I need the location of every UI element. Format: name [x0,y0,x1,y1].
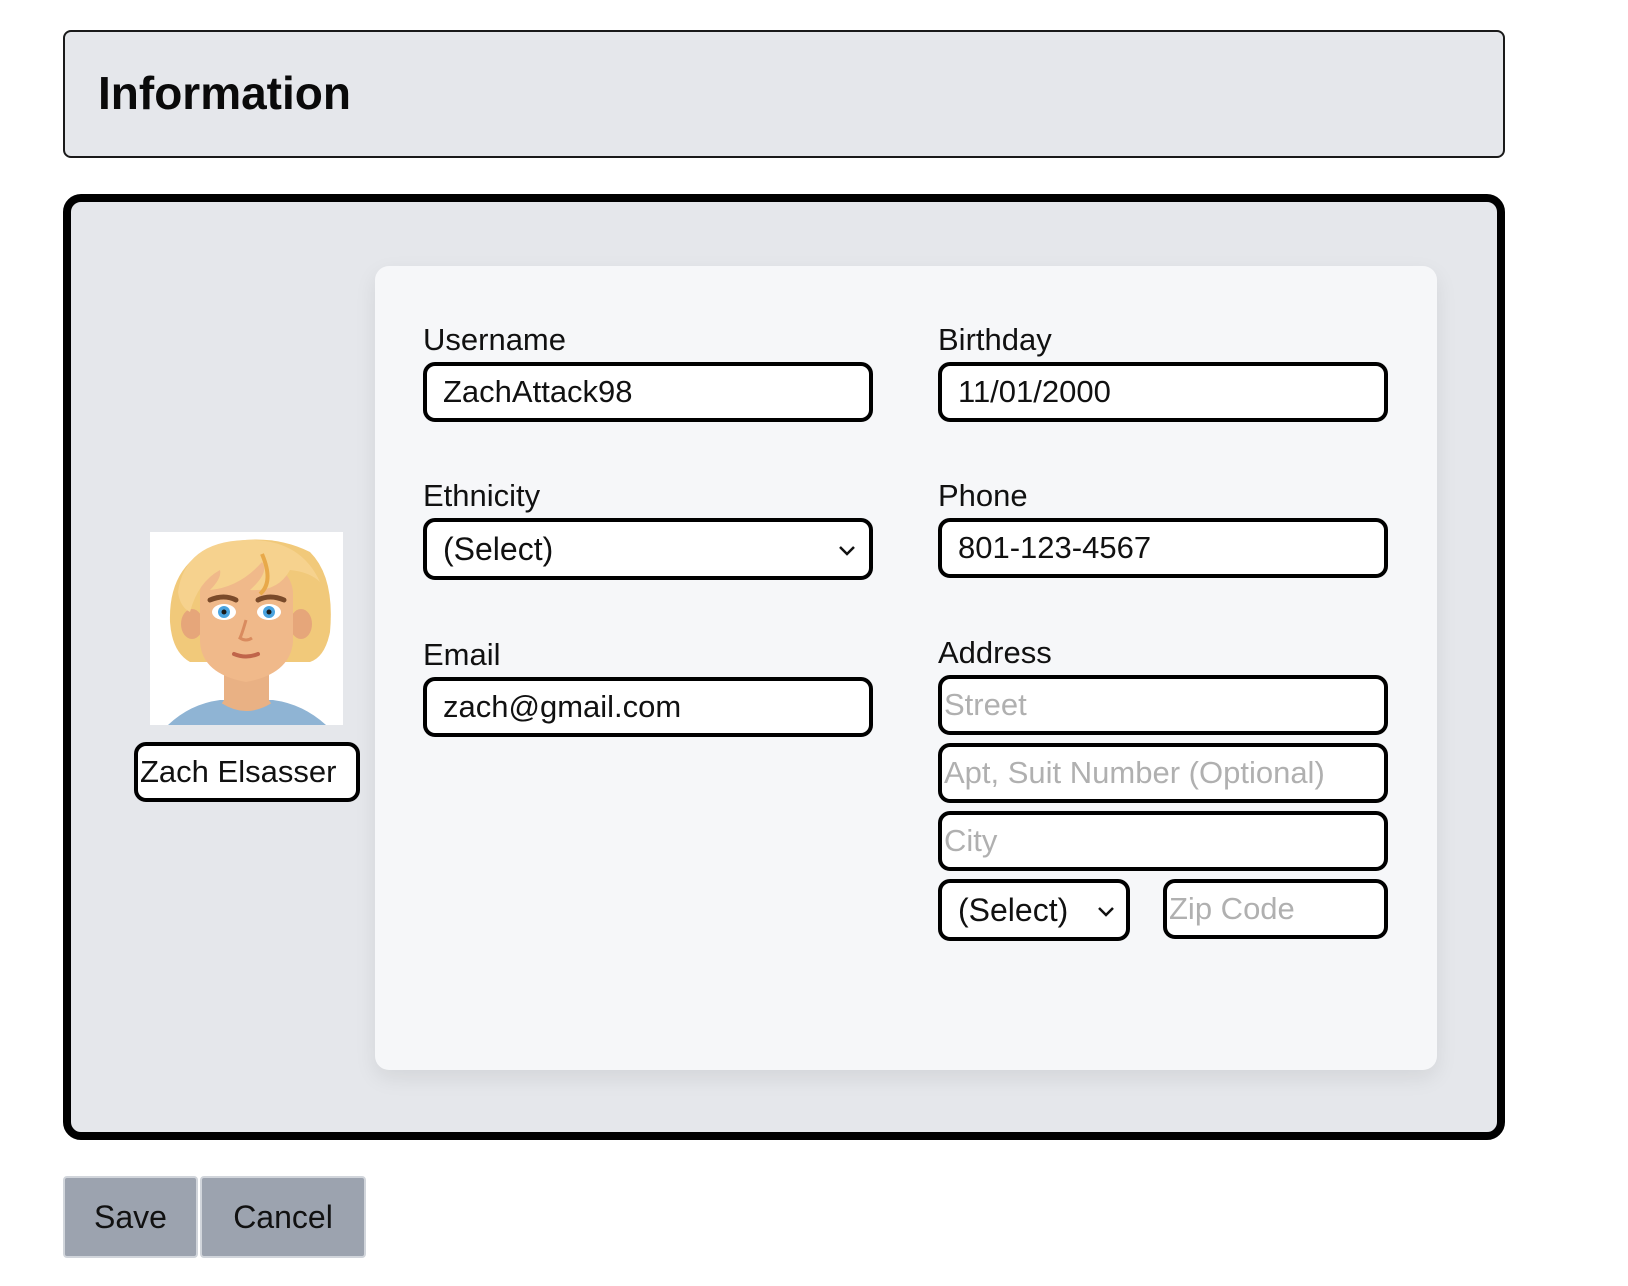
apt-suite-input[interactable] [938,743,1388,803]
phone-input[interactable] [938,518,1388,578]
street-input[interactable] [938,675,1388,735]
ethnicity-select[interactable]: (Select) [423,518,873,580]
save-button[interactable]: Save [63,1176,198,1258]
city-input[interactable] [938,811,1388,871]
email-label: Email [423,637,501,672]
page: Information Zach Elsasser Username ZachA… [0,0,1628,1286]
ethnicity-label: Ethnicity [423,478,541,513]
username-label: Username [423,322,566,357]
phone-label: Phone [938,478,1028,513]
cancel-button[interactable]: Cancel [200,1176,366,1258]
birthday-label: Birthday [938,322,1052,357]
state-select[interactable]: (Select) [938,879,1130,941]
ethnicity-selected-value: (Select) [443,531,554,567]
chevron-down-icon [1098,907,1114,917]
zip-code-input[interactable] [1163,879,1388,939]
birthday-input[interactable] [938,362,1388,422]
email-input[interactable] [423,677,873,737]
avatar[interactable] [150,532,343,725]
header-bar: Information [63,30,1505,158]
full-name-field[interactable]: Zach Elsasser [134,742,360,802]
form-card: Username Ethnicity (Select) Email Birthd… [375,266,1437,1070]
username-input[interactable] [423,362,873,422]
page-title: Information [98,67,351,119]
cartoon-avatar-icon [150,532,343,725]
chevron-down-icon [839,546,855,556]
state-selected-value: (Select) [958,892,1069,928]
address-label: Address [938,635,1052,670]
